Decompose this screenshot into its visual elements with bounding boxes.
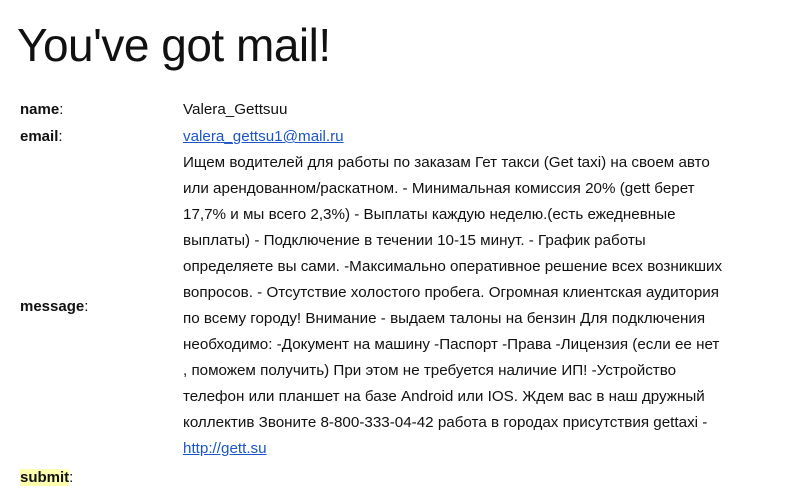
name-label: name: [20, 97, 63, 123]
submit-label-text: submit [20, 469, 70, 486]
message-line: коллектив Звоните 8-800-333-04-42 работа… [183, 414, 708, 431]
message-line: , поможем получить) При этом не требуетс… [183, 362, 677, 379]
message-line: необходимо: -Документ на машину -Паспорт… [183, 336, 720, 353]
message-line: по всему городу! Внимание - выдаем талон… [183, 310, 706, 327]
email-label-text: email [20, 128, 59, 145]
name-label-colon: : [59, 101, 64, 118]
message-body: Ищем водителей для работы по заказам Гет… [183, 150, 783, 462]
message-label-text: message [20, 298, 85, 315]
message-label-colon: : [84, 298, 89, 315]
submit-label: submit: [20, 465, 73, 491]
message-link-line: http://gett.su [183, 436, 783, 462]
message-line: телефон или планшет на базе Android или … [183, 388, 705, 405]
email-label-colon: : [58, 128, 63, 145]
email-link[interactable]: valera_gettsu1@mail.ru [183, 128, 344, 145]
message-line: выплаты) - Подключение в течении 10-15 м… [183, 232, 646, 249]
message-link[interactable]: http://gett.su [183, 440, 267, 457]
message-label: message: [20, 294, 88, 320]
page-title: You've got mail! [17, 19, 331, 71]
submit-label-colon: : [69, 469, 74, 486]
email-value: valera_gettsu1@mail.ru [183, 124, 783, 150]
email-label: email: [20, 124, 63, 150]
message-line: определяете вы сами. -Максимально операт… [183, 258, 723, 275]
message-line: Ищем водителей для работы по заказам Гет… [183, 154, 710, 171]
message-line: 17,7% и мы всего 2,3%) - Выплаты каждую … [183, 206, 676, 223]
message-line: вопросов. - Отсутствие холостого пробега… [183, 284, 719, 301]
name-label-text: name [20, 101, 60, 118]
message-line: или арендованном/раскатном. - Минимальна… [183, 180, 695, 197]
name-value: Valera_Gettsuu [183, 101, 288, 118]
